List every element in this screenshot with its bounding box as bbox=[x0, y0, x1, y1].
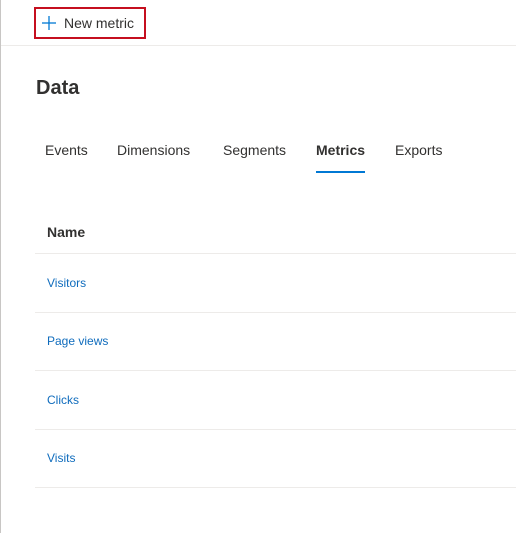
tab-selected-indicator bbox=[316, 171, 366, 173]
metric-link-visits[interactable]: Visits bbox=[47, 451, 75, 465]
plus-icon bbox=[41, 15, 57, 31]
metric-link-clicks[interactable]: Clicks bbox=[47, 393, 79, 407]
metrics-table: Name Visitors Page views Clicks Visits bbox=[35, 208, 516, 488]
metric-link-visitors[interactable]: Visitors bbox=[47, 276, 86, 290]
tab-exports-label: Exports bbox=[395, 142, 443, 158]
tab-events-label: Events bbox=[45, 142, 88, 158]
tab-events[interactable]: Events bbox=[45, 142, 88, 175]
tab-segments-label: Segments bbox=[223, 142, 287, 158]
table-header: Name bbox=[35, 208, 516, 254]
tab-segments[interactable]: Segments bbox=[223, 142, 286, 175]
table-row: Visitors bbox=[35, 254, 516, 313]
command-bar: New metric bbox=[1, 0, 516, 46]
tab-metrics-label: Metrics bbox=[316, 142, 366, 158]
window-left-border bbox=[0, 0, 1, 533]
tab-dimensions-label: Dimensions bbox=[117, 142, 191, 158]
new-metric-button[interactable]: New metric bbox=[34, 7, 146, 39]
column-header-name[interactable]: Name bbox=[47, 224, 85, 240]
table-row: Page views bbox=[35, 313, 516, 371]
metric-link-page-views[interactable]: Page views bbox=[47, 334, 108, 348]
table-row: Visits bbox=[35, 430, 516, 488]
new-metric-label: New metric bbox=[64, 15, 135, 31]
tab-exports[interactable]: Exports bbox=[395, 142, 442, 175]
tab-dimensions[interactable]: Dimensions bbox=[117, 142, 190, 175]
table-row: Clicks bbox=[35, 371, 516, 430]
page-title: Data bbox=[36, 77, 80, 99]
tab-metrics[interactable]: Metrics bbox=[316, 142, 366, 175]
